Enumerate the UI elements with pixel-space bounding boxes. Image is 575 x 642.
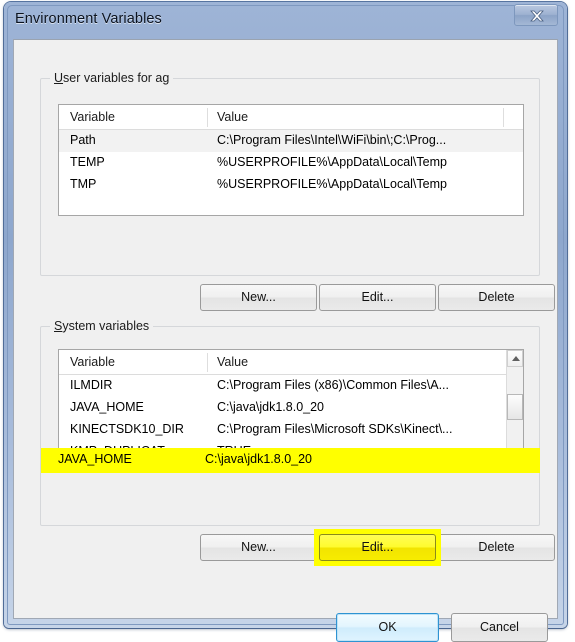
close-button[interactable] bbox=[514, 4, 558, 26]
cell-variable: Path bbox=[70, 133, 96, 147]
chevron-up-icon bbox=[512, 356, 520, 361]
table-row[interactable]: TMP %USERPROFILE%\AppData\Local\Temp bbox=[59, 174, 523, 196]
system-variables-group: System variables Variable Value ILMDIR C… bbox=[40, 319, 540, 526]
table-row[interactable]: Path C:\Program Files\Intel\WiFi\bin\;C:… bbox=[59, 130, 523, 152]
cell-value: C:\Program Files\Intel\WiFi\bin\;C:\Prog… bbox=[217, 133, 447, 147]
column-divider bbox=[207, 108, 208, 127]
system-column-value: Value bbox=[217, 355, 249, 369]
user-column-value: Value bbox=[217, 110, 249, 124]
cell-value: C:\Program Files (x86)\Common Files\A... bbox=[217, 378, 449, 392]
system-column-variable: Variable bbox=[70, 355, 115, 369]
table-row[interactable]: KINECTSDK10_DIR C:\Program Files\Microso… bbox=[59, 419, 523, 441]
environment-variables-dialog: Environment Variables User variables for… bbox=[4, 2, 567, 642]
system-new-button[interactable]: New... bbox=[200, 534, 317, 561]
table-row[interactable]: ILMDIR C:\Program Files (x86)\Common Fil… bbox=[59, 375, 523, 397]
user-variables-group: User variables for ag Variable Value Pat… bbox=[40, 71, 540, 276]
user-column-variable: Variable bbox=[70, 110, 115, 124]
cell-value: %USERPROFILE%\AppData\Local\Temp bbox=[217, 155, 447, 169]
title-bar: Environment Variables bbox=[4, 2, 567, 39]
system-edit-button[interactable]: Edit... bbox=[319, 534, 436, 561]
cell-value: C:\java\jdk1.8.0_20 bbox=[217, 400, 325, 414]
system-variables-group-label: System variables bbox=[50, 319, 154, 333]
user-list-header: Variable Value bbox=[59, 105, 523, 130]
system-list-rows: ILMDIR C:\Program Files (x86)\Common Fil… bbox=[59, 375, 523, 463]
chevron-down-icon bbox=[512, 456, 520, 461]
cell-variable: TMP bbox=[70, 177, 97, 191]
table-row[interactable]: KMP_DUPLICAT... TRUE bbox=[59, 441, 523, 463]
user-new-button[interactable]: New... bbox=[200, 284, 317, 311]
cancel-button[interactable]: Cancel bbox=[451, 613, 548, 642]
cell-variable: KINECTSDK10_DIR bbox=[70, 422, 184, 436]
close-icon bbox=[530, 10, 544, 22]
scroll-down-button[interactable] bbox=[507, 450, 523, 467]
user-delete-button[interactable]: Delete bbox=[438, 284, 555, 311]
cell-variable: KMP_DUPLICAT... bbox=[70, 444, 174, 458]
cell-value: TRUE bbox=[217, 444, 252, 458]
scrollbar-thumb[interactable] bbox=[507, 394, 523, 420]
cell-value: C:\Program Files\Microsoft SDKs\Kinect\.… bbox=[217, 422, 453, 436]
system-list-header: Variable Value bbox=[59, 350, 523, 375]
cell-variable: TEMP bbox=[70, 155, 105, 169]
column-divider bbox=[207, 353, 208, 372]
ok-button[interactable]: OK bbox=[336, 613, 439, 642]
cell-value: %USERPROFILE%\AppData\Local\Temp bbox=[217, 177, 447, 191]
user-edit-button[interactable]: Edit... bbox=[319, 284, 436, 311]
system-list-scrollbar[interactable] bbox=[506, 350, 523, 467]
scroll-up-button[interactable] bbox=[507, 350, 523, 367]
cell-variable: JAVA_HOME bbox=[70, 400, 144, 414]
system-delete-button[interactable]: Delete bbox=[438, 534, 555, 561]
user-variables-group-label: User variables for ag bbox=[50, 71, 174, 85]
table-row[interactable]: TEMP %USERPROFILE%\AppData\Local\Temp bbox=[59, 152, 523, 174]
system-variables-list[interactable]: Variable Value ILMDIR C:\Program Files (… bbox=[58, 349, 524, 468]
column-divider-right bbox=[503, 108, 504, 127]
table-row[interactable]: JAVA_HOME C:\java\jdk1.8.0_20 bbox=[59, 397, 523, 419]
user-list-rows: Path C:\Program Files\Intel\WiFi\bin\;C:… bbox=[59, 130, 523, 196]
user-variables-list[interactable]: Variable Value Path C:\Program Files\Int… bbox=[58, 104, 524, 216]
dialog-client-area: User variables for ag Variable Value Pat… bbox=[13, 39, 558, 642]
cell-variable: ILMDIR bbox=[70, 378, 113, 392]
window-title: Environment Variables bbox=[15, 11, 162, 27]
